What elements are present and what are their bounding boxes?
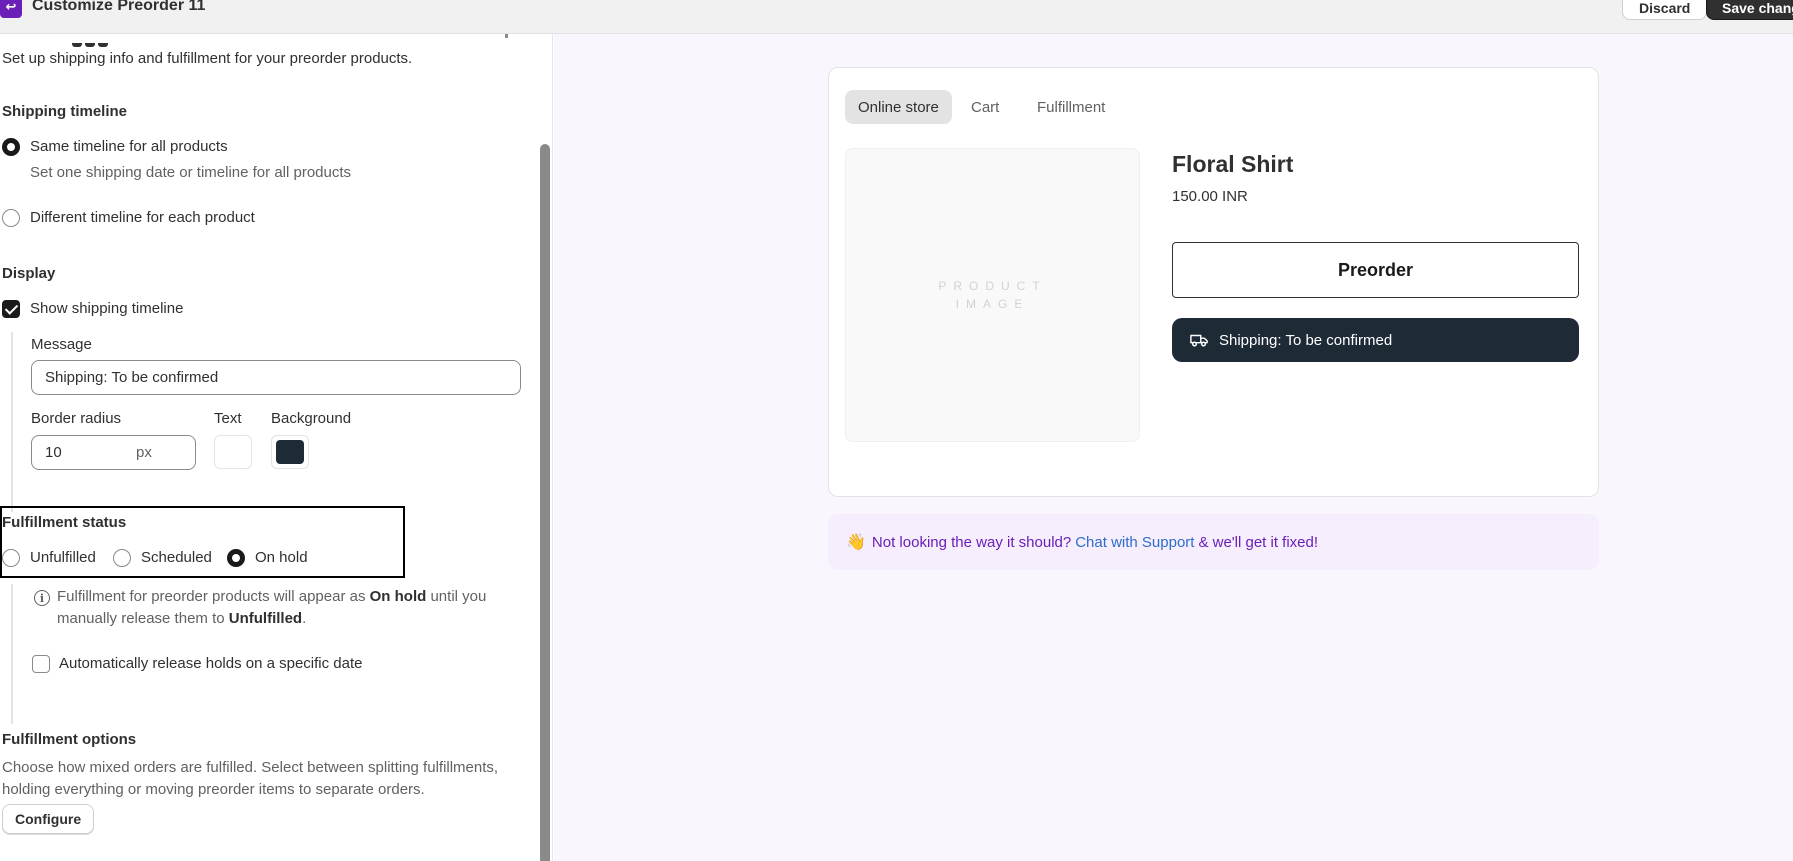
border-radius-suffix: px [136,444,152,461]
tab-cart[interactable]: Cart [958,90,1012,124]
shipping-badge: Shipping: To be confirmed [1172,318,1579,362]
text-color-label: Text [214,410,242,427]
radio-scheduled[interactable] [113,549,131,567]
fulfillment-options-desc-2: holding everything or moving preorder it… [2,781,425,798]
border-radius-input[interactable]: 10 px [31,435,196,470]
discard-button[interactable]: Discard [1622,0,1708,20]
info-suffix: . [302,610,307,627]
preview-card: Online store Cart Fulfillment PRODUCT IM… [828,67,1599,497]
wave-emoji: 👋 [846,534,866,551]
info-icon: i [34,590,50,606]
product-image-placeholder: PRODUCT IMAGE [845,148,1140,442]
shipping-subtitle: Set up shipping info and fulfillment for… [2,50,413,67]
scrollbar[interactable] [540,144,550,861]
text-color-swatch[interactable] [214,435,252,469]
background-color-fill [276,440,304,464]
same-timeline-help: Set one shipping date or timeline for al… [30,164,352,181]
support-banner: 👋 Not looking the way it should? Chat wi… [828,514,1599,570]
support-suffix: & we'll get it fixed! [1198,533,1319,551]
radio-on-hold[interactable] [227,549,245,567]
fulfillment-status-heading: Fulfillment status [2,514,127,531]
fulfillment-options-heading: Fulfillment options [2,731,137,748]
support-prefix: Not looking the way it should? [871,533,1072,551]
clipped-icon [505,34,508,38]
radio-unfulfilled[interactable] [2,549,20,567]
configure-button[interactable]: Configure [2,804,95,834]
info-on-hold: On hold [369,588,427,605]
page-title: Customize Preorder 11 [32,0,206,14]
section-heading-clipped [72,34,132,47]
shipping-badge-text: Shipping: To be confirmed [1219,331,1393,349]
show-timeline-checkbox[interactable] [2,300,20,318]
info-mid: until you [430,588,487,605]
save-button[interactable]: Save chang [1706,0,1793,20]
text-color-fill [219,440,247,464]
same-timeline-label[interactable]: Same timeline for all products [30,138,228,155]
info-prefix: Fulfillment for preorder products will a… [57,588,366,605]
radio-same-timeline[interactable] [2,138,20,156]
background-color-label: Background [271,410,352,427]
preview-panel: Online store Cart Fulfillment PRODUCT IM… [554,34,1793,861]
border-radius-value: 10 [45,444,62,461]
settings-panel: Set up shipping info and fulfillment for… [0,34,553,861]
product-title: Floral Shirt [1172,151,1294,177]
different-timeline-label[interactable]: Different timeline for each product [30,209,255,226]
auto-release-label[interactable]: Automatically release holds on a specifi… [59,655,363,672]
background-color-swatch[interactable] [271,435,309,469]
radio-different-timeline[interactable] [2,209,20,227]
show-timeline-label[interactable]: Show shipping timeline [30,300,183,317]
unfulfilled-label[interactable]: Unfulfilled [30,549,96,566]
info-line2: manually release them to [57,610,225,627]
display-heading: Display [2,265,56,282]
tab-fulfillment[interactable]: Fulfillment [1024,90,1118,124]
fulfillment-info-text: Fulfillment for preorder products will a… [57,586,486,630]
shipping-timeline-heading: Shipping timeline [2,103,128,120]
info-unfulfilled: Unfulfilled [228,610,303,627]
indent-line [11,332,13,512]
image-placeholder-line2: IMAGE [955,297,1030,311]
chat-support-link[interactable]: Chat with Support [1075,534,1194,551]
scheduled-label[interactable]: Scheduled [141,549,212,566]
top-bar: ↩ Customize Preorder 11 Discard Save cha… [0,0,1793,34]
preorder-button[interactable]: Preorder [1172,242,1579,298]
on-hold-label[interactable]: On hold [255,549,308,566]
app-logo-icon: ↩ [0,0,22,18]
fulfillment-options-desc-1: Choose how mixed orders are fulfilled. S… [2,759,499,776]
border-radius-label: Border radius [31,410,122,427]
message-label: Message [31,336,92,353]
auto-release-checkbox[interactable] [32,655,50,673]
tab-online-store[interactable]: Online store [845,90,952,124]
image-placeholder-line1: PRODUCT [938,279,1047,293]
indent-line [11,584,13,724]
product-price: 150.00 INR [1172,188,1248,205]
message-input[interactable]: Shipping: To be confirmed [31,360,521,395]
truck-icon [1190,334,1208,347]
